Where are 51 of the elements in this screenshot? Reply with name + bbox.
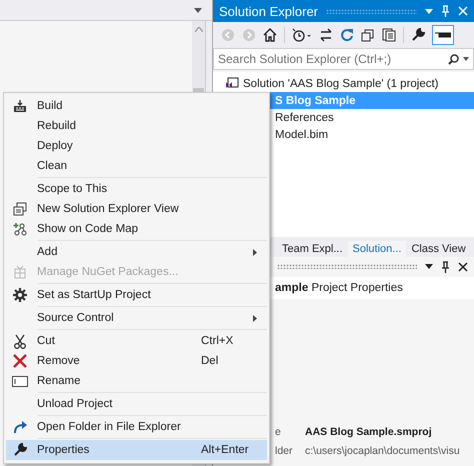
panel-tab[interactable]: Team Expl... bbox=[277, 240, 348, 256]
menu-item[interactable]: Remove Del bbox=[6, 351, 267, 371]
menu-item[interactable]: Rename bbox=[6, 371, 267, 391]
rename-icon bbox=[12, 376, 28, 386]
menu-item[interactable]: Clean bbox=[6, 156, 267, 176]
property-name: e bbox=[275, 426, 282, 438]
collapse-icon[interactable] bbox=[361, 28, 375, 42]
menu-item[interactable]: New Solution Explorer View bbox=[6, 199, 267, 219]
menu-item[interactable]: Unload Project bbox=[6, 394, 267, 414]
menu-item[interactable]: Show on Code Map bbox=[6, 219, 267, 239]
remove-icon bbox=[13, 354, 27, 368]
scissors-icon bbox=[14, 334, 26, 348]
menu-item[interactable]: Open Folder in File Explorer bbox=[6, 417, 267, 437]
menu-item[interactable]: Source Control bbox=[6, 308, 267, 328]
panel-tab[interactable]: Class View bbox=[406, 240, 471, 256]
dropdown-arrow-icon bbox=[463, 57, 469, 61]
menu-item[interactable]: Properties Alt+Enter bbox=[6, 440, 267, 460]
property-value: c:\users\jocaplan\documents\visu bbox=[305, 444, 460, 456]
search-field[interactable]: Search Solution Explorer (Ctrl+;) bbox=[213, 48, 474, 70]
package-icon bbox=[14, 266, 26, 278]
property-name: lder bbox=[275, 444, 294, 456]
wrench-icon[interactable] bbox=[411, 28, 425, 42]
windows-icon bbox=[13, 202, 27, 216]
code-map-icon bbox=[13, 222, 27, 236]
home-icon[interactable] bbox=[263, 28, 277, 42]
dropdown-arrow-icon[interactable] bbox=[425, 264, 433, 269]
redo-arrow-icon bbox=[13, 420, 27, 434]
files-icon[interactable] bbox=[382, 28, 396, 42]
minus-icon bbox=[435, 32, 451, 38]
close-icon[interactable] bbox=[458, 262, 468, 272]
panel-title: Solution Explorer bbox=[219, 4, 318, 18]
wrench-icon bbox=[13, 443, 27, 457]
clock-icon[interactable] bbox=[292, 28, 312, 42]
dropdown-arrow-icon[interactable] bbox=[194, 8, 202, 12]
menu-item[interactable]: Rebuild bbox=[6, 116, 267, 136]
preview-button[interactable] bbox=[432, 25, 454, 45]
panel-tab[interactable]: Solution... bbox=[348, 240, 406, 256]
gear-icon bbox=[13, 288, 27, 302]
build-icon bbox=[13, 100, 27, 112]
pin-icon[interactable] bbox=[441, 260, 450, 272]
sync-icon[interactable] bbox=[319, 28, 333, 42]
menu-item[interactable]: Deploy bbox=[6, 136, 267, 156]
search-icon bbox=[448, 54, 459, 64]
menu-item[interactable]: Set as StartUp Project bbox=[6, 285, 267, 305]
refresh-icon[interactable] bbox=[340, 28, 354, 42]
menu-item[interactable]: Scope to This bbox=[6, 179, 267, 199]
solution-icon bbox=[225, 77, 239, 90]
property-value: AAS Blog Sample.smproj bbox=[305, 426, 432, 438]
tree-item[interactable]: Solution 'AAS Blog Sample' (1 project) bbox=[213, 75, 474, 92]
menu-item[interactable]: Cut Ctrl+X bbox=[6, 331, 267, 351]
menu-item[interactable]: Add bbox=[6, 242, 267, 262]
